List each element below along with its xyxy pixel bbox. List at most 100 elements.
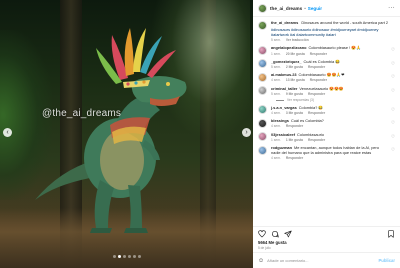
heart-icon[interactable]: [258, 230, 266, 238]
comment-like-heart-icon[interactable]: ♡: [391, 120, 395, 126]
follow-button[interactable]: Seguir: [308, 6, 322, 11]
comment-time: 4 sem.: [271, 124, 281, 129]
caption-hashtags[interactable]: #dinosaurs #dinosaurio #dinosaur #midjou…: [271, 27, 395, 37]
carousel-dot: [137, 255, 141, 258]
comment-icon[interactable]: [271, 230, 279, 238]
comment-item: j.s.a.n_vargas Colombia? 😂 4 sem. 3 Me gust…: [258, 105, 395, 115]
commenter-avatar[interactable]: [258, 86, 267, 95]
reply-button[interactable]: Responder: [308, 111, 325, 115]
dinosaur-illustration: [35, 28, 187, 233]
comment-time: 1 sem.: [271, 137, 281, 142]
comment-text: Colombiasaurio please ! 😍🙏: [308, 45, 361, 51]
commenter-username[interactable]: ai.makmus.23: [271, 72, 297, 77]
see-translation-link[interactable]: Ver traducción: [286, 38, 309, 42]
comment-like-heart-icon[interactable]: ♡: [391, 61, 395, 67]
comment-item: rodguzman Me encantan, aunque todos habla…: [258, 145, 395, 160]
likes-count[interactable]: 5664 Me gusta: [258, 240, 395, 245]
post-image[interactable]: @the_ai_dreams ‹ ›: [0, 0, 253, 268]
comment-text: Colombiasaurio: [297, 131, 325, 137]
comment-text: Venezuelasaurio 😍😍😍: [299, 85, 344, 91]
commenter-avatar[interactable]: [258, 118, 267, 128]
caption-time: 5 sem.: [271, 38, 281, 43]
separator-dot: •: [304, 5, 306, 11]
caption-text: Dinosaurs around the world - south Ameri…: [301, 20, 389, 25]
replies-line: [276, 99, 284, 101]
action-bar: 5664 Me gusta 5 de julio: [253, 226, 400, 250]
comment-text: Colombia? 😂: [298, 104, 324, 110]
comment-text: Cuál es Colombia 😂: [303, 58, 341, 64]
comment-likes[interactable]: 20 Me gusta: [286, 52, 305, 56]
commenter-avatar[interactable]: [258, 145, 267, 155]
commenter-username[interactable]: blessings: [271, 118, 289, 123]
comment-likes[interactable]: 2 Me gusta: [286, 65, 303, 69]
bookmark-icon[interactable]: [387, 230, 395, 238]
post-date: 5 de julio: [258, 246, 271, 250]
reply-button[interactable]: Responder: [286, 156, 303, 160]
comment-like-heart-icon[interactable]: ♡: [391, 74, 395, 80]
commenter-avatar[interactable]: [258, 72, 267, 82]
emoji-icon[interactable]: ☺: [258, 258, 264, 264]
comment-time: 5 sem.: [271, 91, 281, 96]
comment-item: blessings Cuál es Colombia? 4 sem. Responde…: [258, 118, 395, 128]
comment-time: 1 sem.: [271, 51, 281, 56]
caption-username[interactable]: the_ai_dreams: [271, 20, 298, 25]
carousel-dot: [117, 255, 121, 258]
comment-time: 5 sem.: [271, 64, 281, 69]
comment-item: angelalopezlizcano Colombiasaurio please …: [258, 45, 395, 56]
comments-list[interactable]: the_ai_dreams Dinosaurs around the world…: [253, 17, 400, 227]
carousel-next-button[interactable]: ›: [242, 128, 251, 137]
commenter-username[interactable]: j.s.a.n_vargas: [271, 105, 297, 110]
carousel-dot: [132, 255, 136, 258]
commenter-username[interactable]: 03jessicaleef: [271, 132, 295, 137]
post-panel: the_ai_dreams • Seguir ··· the_ai_dreams…: [253, 0, 400, 268]
author-avatar[interactable]: [258, 3, 267, 13]
comment-item: ai.makmus.23 Colombiasaurio 😍😍🙏❤ 4 sem. 13 …: [258, 72, 395, 82]
share-icon[interactable]: [284, 230, 292, 238]
comment-item: criminal_taller Venezuelasaurio 😍😍😍 5 sem.…: [258, 86, 395, 96]
comment-likes[interactable]: 9 Me gusta: [286, 92, 303, 96]
comment-item: _gomezbriquez_ Cuál es Colombia 😂 5 sem. 2 …: [258, 59, 395, 69]
commenter-username[interactable]: angelalopezlizcano: [271, 45, 306, 50]
comment-like-heart-icon[interactable]: ♡: [391, 107, 395, 113]
comment-text: Colombiasaurio 😍😍🙏❤: [298, 72, 345, 78]
chevron-left-icon: ‹: [6, 129, 9, 136]
comment-likes[interactable]: 13 Me gusta: [286, 78, 305, 82]
author-avatar[interactable]: [258, 20, 267, 30]
reply-button[interactable]: Responder: [286, 124, 303, 128]
reply-button[interactable]: Responder: [308, 138, 325, 142]
carousel-dot: [127, 255, 131, 258]
reply-button[interactable]: Responder: [310, 78, 327, 82]
commenter-avatar[interactable]: [258, 59, 267, 69]
comment-like-heart-icon[interactable]: ♡: [391, 47, 395, 53]
comment-like-heart-icon[interactable]: ♡: [391, 88, 395, 94]
commenter-username[interactable]: criminal_taller: [271, 86, 297, 91]
caption: the_ai_dreams Dinosaurs around the world…: [258, 20, 395, 42]
carousel-indicator: [0, 255, 253, 258]
commenter-avatar[interactable]: [258, 132, 267, 142]
reply-button[interactable]: Responder: [310, 52, 327, 56]
commenter-avatar[interactable]: [258, 105, 267, 115]
post-modal: @the_ai_dreams ‹ › the_ai_dreams • Segui…: [0, 0, 400, 268]
view-replies-link[interactable]: Ver respuestas (3): [276, 98, 395, 102]
watermark: @the_ai_dreams: [42, 108, 122, 119]
comment-likes[interactable]: 3 Me gusta: [286, 111, 303, 115]
comment-time: 4 sem.: [271, 156, 281, 161]
publish-button[interactable]: Publicar: [378, 258, 395, 263]
comment-text: Cuál es Colombia?: [290, 118, 324, 124]
commenter-username[interactable]: _gomezbriquez_: [271, 59, 301, 64]
more-options-icon[interactable]: ···: [388, 5, 395, 11]
commenter-avatar[interactable]: [258, 45, 267, 55]
comment-likes[interactable]: 1 Me gusta: [286, 138, 303, 142]
carousel-dot: [112, 255, 116, 258]
carousel-prev-button[interactable]: ‹: [3, 128, 12, 137]
chevron-right-icon: ›: [245, 129, 248, 136]
carousel-dot: [122, 255, 126, 258]
author-username[interactable]: the_ai_dreams: [270, 6, 302, 11]
comment-like-heart-icon[interactable]: ♡: [391, 134, 395, 140]
comment-input[interactable]: [267, 258, 379, 263]
add-comment-bar: ☺ Publicar: [253, 252, 400, 268]
reply-button[interactable]: Responder: [308, 65, 325, 69]
comment-like-heart-icon[interactable]: ♡: [391, 147, 395, 153]
comment-item: 03jessicaleef Colombiasaurio 1 sem. 1 Me gu…: [258, 132, 395, 142]
reply-button[interactable]: Responder: [308, 92, 325, 96]
